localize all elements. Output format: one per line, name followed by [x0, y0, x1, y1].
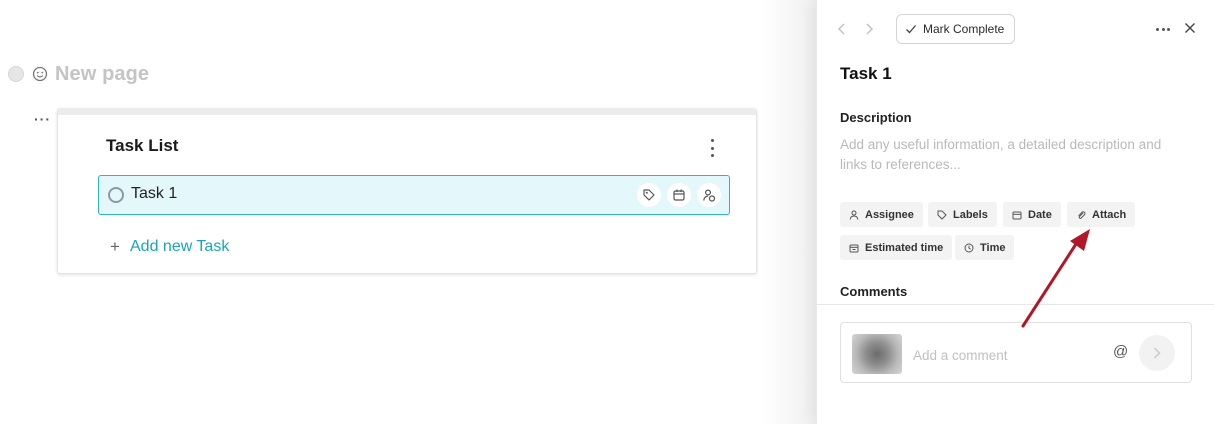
attach-chip-label: Attach [1092, 208, 1127, 221]
mention-button[interactable]: @ [1113, 343, 1128, 360]
plus-icon: + [110, 237, 120, 256]
task-name[interactable]: Task 1 [131, 185, 177, 203]
attach-chip[interactable]: Attach [1067, 202, 1136, 227]
comment-input[interactable] [913, 343, 1103, 367]
date-chip[interactable]: Date [1003, 202, 1061, 227]
assignee-chip-label: Assignee [865, 208, 914, 221]
task-detail-panel: Mark Complete Task 1 Description Add any… [816, 0, 1214, 424]
estimated-time-chip[interactable]: Estimated time [840, 235, 953, 260]
description-label: Description [840, 110, 912, 125]
send-button[interactable] [1139, 335, 1175, 371]
task-list-title[interactable]: Task List [106, 136, 178, 156]
page-title-row: New page [8, 63, 149, 85]
chevron-left-icon[interactable] [834, 21, 850, 37]
comments-label: Comments [840, 284, 908, 299]
add-task-label: Add new Task [130, 238, 230, 255]
user-icon [849, 210, 859, 220]
tag-icon [937, 210, 947, 220]
mark-complete-button[interactable]: Mark Complete [896, 14, 1016, 44]
chevron-right-icon[interactable] [861, 21, 877, 37]
more-options-icon[interactable] [1153, 21, 1173, 37]
block-menu-icon[interactable]: ··· [34, 111, 51, 127]
estimate-icon [849, 244, 859, 252]
description-input[interactable]: Add any useful information, a detailed d… [840, 135, 1190, 175]
mark-complete-label: Mark Complete [923, 22, 1005, 36]
divider [817, 304, 1214, 305]
assignee-chip[interactable]: Assignee [840, 202, 923, 227]
task-title[interactable]: Task 1 [840, 64, 892, 84]
close-icon[interactable] [1182, 20, 1198, 36]
time-chip-label: Time [980, 241, 1006, 254]
labels-chip-label: Labels [953, 208, 988, 221]
check-icon [906, 25, 916, 34]
kebab-menu-icon[interactable] [704, 139, 720, 157]
comment-composer: @ [840, 322, 1192, 383]
task-checkbox[interactable] [108, 187, 124, 203]
chevron-right-icon [1153, 347, 1161, 359]
calendar-icon [1012, 211, 1022, 219]
task-row[interactable]: Task 1 [98, 175, 730, 215]
page-editor: New page ··· Task List Task 1 + Add new … [0, 0, 816, 424]
tag-icon[interactable] [637, 183, 661, 207]
task-list-block: Task List Task 1 + Add new Task [57, 108, 757, 274]
estimated-time-chip-label: Estimated time [865, 241, 944, 254]
assign-user-icon[interactable] [697, 183, 721, 207]
labels-chip[interactable]: Labels [928, 202, 997, 227]
add-task-button[interactable]: + Add new Task [108, 237, 229, 257]
date-chip-label: Date [1028, 208, 1052, 221]
paperclip-icon [1078, 210, 1086, 219]
smiley-icon[interactable] [31, 66, 48, 83]
time-chip[interactable]: Time [955, 235, 1015, 260]
clock-icon [964, 243, 974, 252]
avatar [852, 334, 902, 374]
page-title[interactable]: New page [55, 63, 149, 86]
page-icon-placeholder[interactable] [8, 66, 24, 82]
calendar-icon[interactable] [667, 183, 691, 207]
